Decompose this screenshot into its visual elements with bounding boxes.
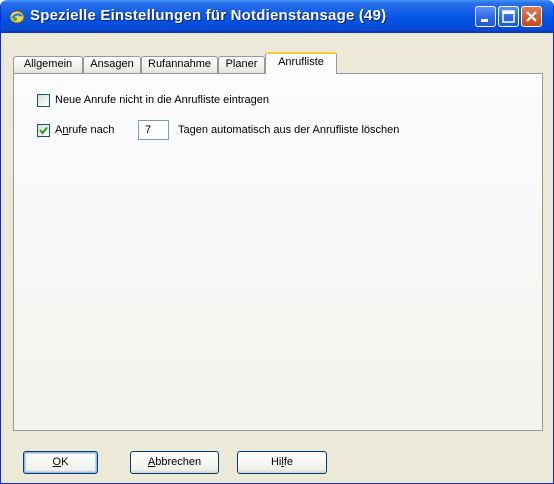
ok-label-rest: K [61,456,69,468]
ok-button[interactable]: OK [23,451,98,474]
no-log-checkbox[interactable] [37,94,50,107]
close-button[interactable] [521,6,542,27]
maximize-button[interactable] [498,6,519,27]
tab-rufannahme[interactable]: Rufannahme [141,56,218,73]
title-bar[interactable]: Spezielle Einstellungen für Notdienstans… [1,0,553,33]
auto-delete-label[interactable]: Anrufe nach [55,124,114,136]
tab-anrufliste[interactable]: Anrufliste [265,52,337,74]
auto-delete-checkbox[interactable] [37,124,50,137]
help-label-start: Hi [270,456,282,468]
checkmark-icon [39,126,48,135]
minimize-button[interactable] [475,6,496,27]
ok-mnemonic: O [52,456,62,468]
close-icon [526,11,537,22]
tab-planer[interactable]: Planer [218,56,265,73]
dialog-window: Spezielle Einstellungen für Notdienstans… [0,0,554,484]
tab-ansagen[interactable]: Ansagen [83,56,141,73]
no-log-label[interactable]: Neue Anrufe nicht in die Anrufliste eint… [55,94,269,106]
days-suffix-label: Tagen automatisch aus der Anrufliste lös… [178,124,400,136]
app-icon [9,9,25,25]
help-button[interactable]: Hilfe [237,451,327,474]
cancel-button[interactable]: Abbrechen [130,451,219,474]
cancel-label-rest: bbrechen [155,456,202,468]
help-label-end: fe [283,456,294,468]
maximize-icon [502,10,515,23]
days-input[interactable]: 7 [138,120,169,140]
window-title: Spezielle Einstellungen für Notdienstans… [30,7,387,24]
minimize-icon [481,19,488,22]
auto-delete-label-end: rufe nach [68,124,115,136]
tab-allgemein[interactable]: Allgemein [13,56,83,73]
